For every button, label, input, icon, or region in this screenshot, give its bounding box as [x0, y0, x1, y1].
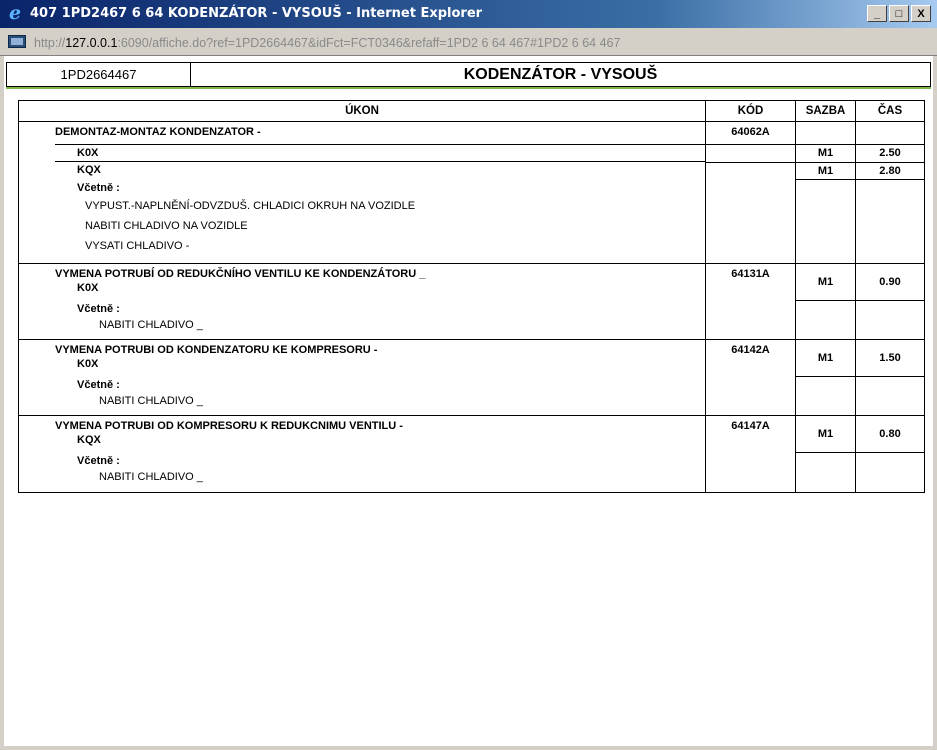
- time-value: 2.50: [855, 143, 925, 163]
- rate-value: M1: [795, 415, 856, 453]
- document-header: 1PD2664467 KODENZÁTOR - VYSOUŠ: [6, 62, 931, 87]
- window-titlebar: e 407 1PD2467 6 64 KODENZÁTOR - VYSOUŠ -…: [0, 0, 937, 28]
- variant-code: K0X: [55, 144, 705, 162]
- time-value: 2.80: [855, 161, 925, 180]
- minimize-button[interactable]: _: [867, 5, 887, 22]
- table-header-row: ÚKON KÓD SAZBA ČAS: [18, 100, 925, 122]
- window-controls: _ □ X: [867, 5, 931, 22]
- included-item: VYPUST.-NAPLNĚNÍ-ODVZDUŠ. CHLADICI OKRUH…: [85, 200, 416, 212]
- address-url[interactable]: http://127.0.0.1:6090/affiche.do?ref=1PD…: [34, 36, 620, 50]
- variant-code: KQX: [77, 164, 101, 176]
- column-header-cas: ČAS: [855, 100, 925, 122]
- variant-code: KQX: [77, 434, 101, 446]
- operation-title: VYMENA POTRUBI OD KONDENZATORU KE KOMPRE…: [55, 344, 378, 356]
- operation-code: 64062A: [705, 121, 796, 144]
- table-row: Včetně : NABITI CHLADIVO _: [18, 299, 925, 340]
- url-scheme: http://: [34, 36, 66, 50]
- page-icon: [8, 35, 26, 48]
- table-row: VYMENA POTRUBI OD KOMPRESORU K REDUKCNIM…: [18, 415, 925, 453]
- time-value: 0.80: [855, 415, 925, 453]
- operations-table: ÚKON KÓD SAZBA ČAS DEMONTAZ-MONTAZ KONDE…: [18, 100, 925, 493]
- table-row: K0X M1 2.50: [18, 143, 925, 163]
- maximize-button[interactable]: □: [889, 5, 909, 22]
- column-header-ukon: ÚKON: [18, 100, 706, 122]
- operation-title: DEMONTAZ-MONTAZ KONDENZATOR -: [55, 126, 261, 138]
- rate-value: M1: [795, 263, 856, 301]
- table-row: Včetně : NABITI CHLADIVO _: [18, 375, 925, 416]
- document-name: KODENZÁTOR - VYSOUŠ: [463, 66, 658, 83]
- internet-explorer-icon: e: [8, 2, 22, 24]
- variant-code: K0X: [77, 282, 99, 294]
- includes-label: Včetně :: [77, 455, 120, 467]
- operation-code: 64147A: [705, 415, 796, 452]
- operation-code: 64131A: [705, 263, 796, 300]
- document-reference: 1PD2664467: [7, 63, 191, 86]
- table-row: Včetně : NABITI CHLADIVO _: [18, 451, 925, 493]
- time-value: 1.50: [855, 339, 925, 377]
- rate-value: M1: [795, 339, 856, 377]
- table-row: VYMENA POTRUBÍ OD REDUKČNÍHO VENTILU KE …: [18, 263, 925, 301]
- operation-code: 64142A: [705, 339, 796, 376]
- window-title: 407 1PD2467 6 64 KODENZÁTOR - VYSOUŠ - I…: [30, 6, 483, 21]
- includes-label: Včetně :: [77, 303, 120, 315]
- operation-title: VYMENA POTRUBÍ OD REDUKČNÍHO VENTILU KE …: [55, 268, 426, 280]
- variant-code: K0X: [77, 358, 99, 370]
- address-bar: http://127.0.0.1:6090/affiche.do?ref=1PD…: [0, 28, 937, 56]
- column-header-kod: KÓD: [705, 100, 796, 122]
- table-row: VYMENA POTRUBI OD KONDENZATORU KE KOMPRE…: [18, 339, 925, 377]
- header-divider: [6, 87, 931, 89]
- rate-value: M1: [795, 161, 856, 180]
- included-item: VYSATI CHLADIVO -: [85, 240, 190, 252]
- url-host: 127.0.0.1: [65, 36, 118, 50]
- url-rest: :6090/affiche.do?ref=1PD2664467&idFct=FC…: [117, 36, 621, 50]
- included-item: NABITI CHLADIVO _: [99, 319, 203, 331]
- close-button[interactable]: X: [911, 5, 931, 22]
- table-row: KQX M1 2.80: [18, 161, 925, 180]
- rate-value: M1: [795, 143, 856, 163]
- included-item: NABITI CHLADIVO NA VOZIDLE: [85, 220, 248, 232]
- column-header-sazba: SAZBA: [795, 100, 856, 122]
- included-item: NABITI CHLADIVO _: [99, 471, 203, 483]
- operation-title: VYMENA POTRUBI OD KOMPRESORU K REDUKCNIM…: [55, 420, 403, 432]
- table-row: Včetně : VYPUST.-NAPLNĚNÍ-ODVZDUŠ. CHLAD…: [18, 178, 925, 264]
- includes-label: Včetně :: [77, 379, 120, 391]
- includes-label: Včetně :: [77, 182, 120, 194]
- table-row: DEMONTAZ-MONTAZ KONDENZATOR - 64062A: [18, 121, 925, 144]
- time-value: 0.90: [855, 263, 925, 301]
- included-item: NABITI CHLADIVO _: [99, 395, 203, 407]
